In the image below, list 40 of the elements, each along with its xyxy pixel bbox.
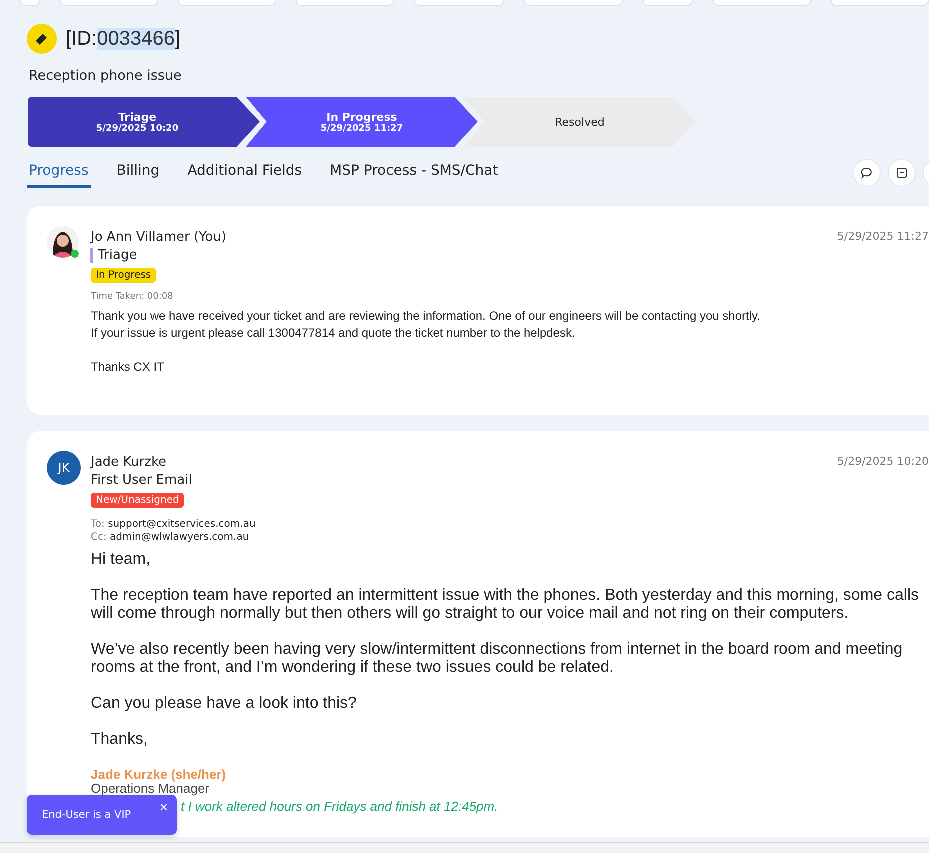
signature-name: Jade Kurzke (she/her): [91, 767, 228, 782]
tab[interactable]: Progress: [27, 159, 91, 188]
stage-step: Resolved: [464, 97, 696, 147]
post-time: 5/29/2025 10:20: [837, 455, 929, 468]
stage-label: First User Email: [91, 473, 194, 488]
post-time: 5/29/2025 11:27: [837, 230, 929, 243]
message-text: Thank you we have received your ticket and are reviewing the information. One of our engineers will be contacting you shortly.: [91, 308, 762, 325]
message-text: Thanks CX IT: [91, 359, 166, 376]
email-paragraph: Thanks,: [91, 731, 149, 749]
comment-button[interactable]: [853, 159, 881, 187]
ticket-id: [ID:0033466]: [66, 28, 181, 50]
status-badge: In Progress: [91, 268, 156, 283]
email-paragraph: We’ve also recently been having very slow/intermittent disconnections from internet in the board room and meeting rooms at the front, and I’m wondering if these two issues could be related.: [91, 641, 904, 677]
signature-note: t I work altered hours on Fridays and finish at 12:45pm.: [181, 799, 498, 814]
stage-step: In Progress 5/29/2025 11:27: [246, 97, 478, 147]
horizontal-scrollbar[interactable]: [0, 842, 929, 853]
toast-message: End-User is a VIP: [42, 809, 132, 821]
to-address: To: support@cxitservices.com.au: [91, 519, 257, 530]
avatar-initials: JK: [47, 451, 81, 485]
collapse-button[interactable]: [888, 159, 916, 187]
author-name: Jade Kurzke: [91, 455, 167, 470]
signature-title: Operations Manager: [91, 782, 210, 796]
minus-square-icon: [896, 167, 908, 179]
ticket-icon: [27, 24, 57, 54]
email-paragraph: Hi team,: [91, 551, 152, 569]
tab[interactable]: MSP Process - SMS/Chat: [328, 159, 500, 188]
cc-address: Cc: admin@wlwlawyers.com.au: [91, 532, 250, 543]
tab[interactable]: Billing: [114, 159, 162, 188]
ticket-subject: Reception phone issue: [29, 68, 183, 84]
stage-step: Triage 5/29/2025 10:20: [28, 97, 260, 147]
status-badge: New/Unassigned: [91, 493, 184, 508]
close-button[interactable]: ×: [156, 799, 171, 815]
comment-icon: [861, 167, 873, 179]
tab[interactable]: Additional Fields: [186, 159, 304, 188]
stage-label: Triage: [90, 248, 929, 263]
email-paragraph: Can you please have a look into this?: [91, 695, 358, 713]
message-text: If your issue is urgent please call 1300477814 and quote the ticket number to the helpdesk.: [91, 325, 576, 342]
time-taken: Time Taken: 00:08: [91, 292, 174, 302]
email-paragraph: The reception team have reported an intermittent issue with the phones. Both yesterday and this morning, some calls will come through normally but then others will go straight to our voice mail and not ring on their computers.: [91, 587, 920, 623]
author-name: Jo Ann Villamer (You): [91, 230, 227, 245]
